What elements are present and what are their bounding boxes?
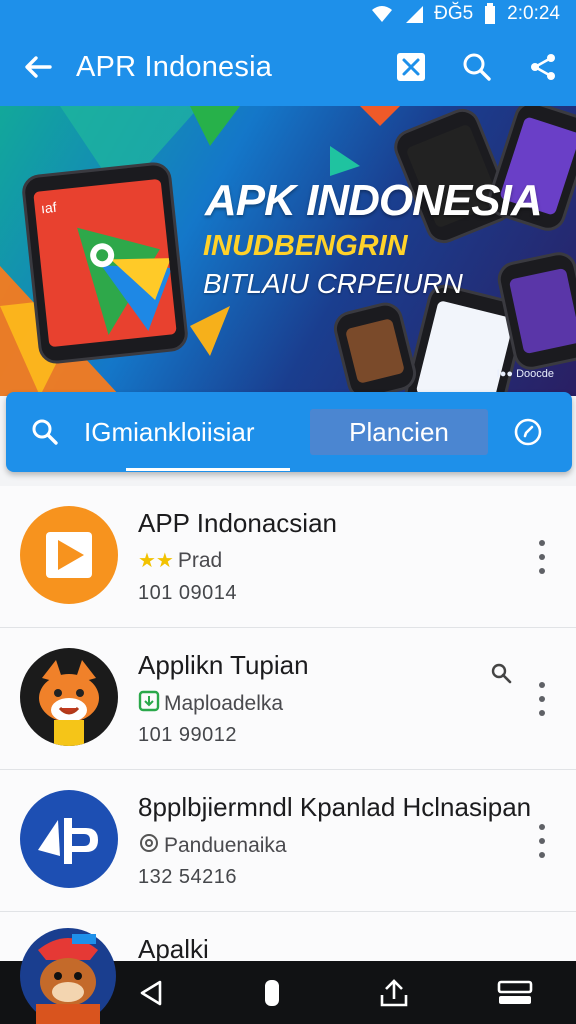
home-pill-icon[interactable] bbox=[242, 961, 302, 1024]
svg-text:ıaf: ıaf bbox=[40, 199, 57, 217]
app-meta-label: Panduenaika bbox=[164, 834, 287, 857]
fox-mascot-icon bbox=[20, 648, 118, 746]
app-bar: APR Indonesia bbox=[0, 28, 576, 106]
banner-title: APK INDONESIA bbox=[205, 176, 543, 225]
wifi-icon bbox=[370, 4, 394, 24]
more-options-icon[interactable] bbox=[532, 682, 552, 716]
banner-phone-main: ıaf bbox=[20, 160, 190, 366]
app-meta: Maploadelka bbox=[138, 690, 283, 718]
app-meta: Panduenaika bbox=[138, 832, 287, 860]
app-meta-label: Maploadelka bbox=[164, 692, 284, 715]
search-small-icon[interactable] bbox=[490, 662, 512, 689]
banner-subtitle-2: BITLAIU CRPEIURN bbox=[203, 268, 463, 299]
recents-icon[interactable] bbox=[485, 961, 545, 1024]
battery-icon bbox=[483, 3, 497, 25]
back-arrow-icon[interactable] bbox=[0, 28, 76, 106]
search-tab-indicator bbox=[126, 468, 290, 471]
qr-scan-icon[interactable] bbox=[378, 28, 444, 106]
app-name: Applikn Tupian bbox=[138, 650, 309, 680]
gear-badge-icon bbox=[138, 832, 160, 860]
status-bar: ÐĞ5 2:0:24 bbox=[0, 0, 576, 28]
ap-logo-icon bbox=[20, 790, 118, 888]
clock: 2:0:24 bbox=[507, 3, 560, 24]
app-count: 101 09014 bbox=[138, 582, 238, 604]
signal-icon bbox=[404, 4, 424, 24]
more-options-icon[interactable] bbox=[532, 540, 552, 574]
star-rating-icon: ★★ bbox=[138, 550, 174, 572]
app-name: Apalki bbox=[138, 934, 209, 961]
search-icon[interactable] bbox=[6, 392, 84, 472]
search-icon[interactable] bbox=[444, 28, 510, 106]
mascot-icon bbox=[18, 920, 118, 1024]
promo-banner[interactable]: ıaf APK INDONESIA INUDBENGRIN BITLAIU CR… bbox=[0, 106, 576, 396]
back-triangle-icon[interactable] bbox=[121, 961, 181, 1024]
upload-icon[interactable] bbox=[364, 961, 424, 1024]
network-label: ÐĞ5 bbox=[434, 3, 474, 24]
list-item[interactable]: APP Indonacsian ★★ Prad 101 09014 bbox=[0, 486, 576, 628]
banner-subtitle-1: INUDBENGRIN bbox=[203, 230, 408, 262]
list-item[interactable]: Applikn Tupian Maploadelka 101 99012 bbox=[0, 628, 576, 770]
more-options-icon[interactable] bbox=[532, 824, 552, 858]
app-meta: ★★ Prad bbox=[138, 548, 222, 573]
search-input[interactable] bbox=[84, 402, 294, 462]
download-badge-icon bbox=[138, 690, 160, 718]
search-filter-button[interactable]: Plancien bbox=[310, 409, 488, 455]
app-name: APP Indonacsian bbox=[138, 508, 337, 538]
list-item[interactable]: 8pplbjiermndl Kpanlad Hclnasipan Panduen… bbox=[0, 770, 576, 912]
app-count: 132 54216 bbox=[138, 866, 238, 888]
app-name: 8pplbjiermndl Kpanlad Hclnasipan bbox=[138, 792, 532, 822]
app-count: 101 99012 bbox=[138, 724, 238, 746]
compass-icon[interactable] bbox=[508, 412, 548, 452]
page-title: APR Indonesia bbox=[76, 50, 273, 83]
app-list: APP Indonacsian ★★ Prad 101 09014 Applik… bbox=[0, 486, 576, 961]
search-panel: Plancien bbox=[6, 392, 572, 472]
app-meta-label: Prad bbox=[177, 548, 223, 572]
banner-tag: I●● Doocde bbox=[496, 368, 554, 380]
share-icon[interactable] bbox=[510, 28, 576, 106]
play-logo-icon bbox=[20, 506, 118, 604]
